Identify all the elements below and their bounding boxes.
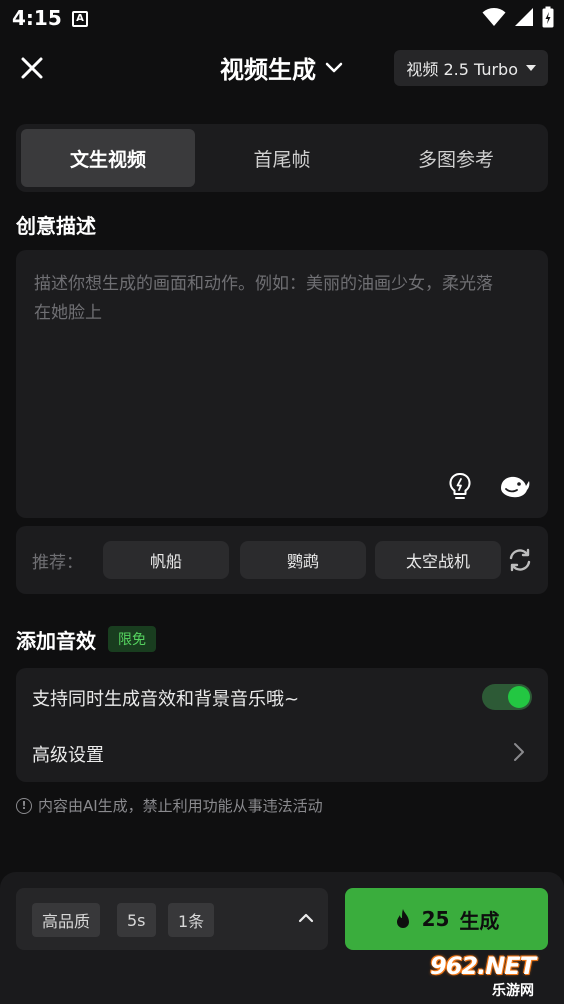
model-select-label: 视频 2.5 Turbo [406,60,518,79]
status-time: 4:15 [12,6,62,30]
description-box [16,250,548,518]
refresh-recommendations-button[interactable] [506,546,534,574]
ai-notice: ! 内容由AI生成，禁止利用功能从事违法活动 [16,795,323,816]
chevron-right-icon [510,740,528,764]
wifi-icon [482,8,506,26]
watermark-logo: 962.NET 乐游网 [424,950,560,1000]
duration-option[interactable]: 5s [117,903,156,937]
audio-settings-card: 支持同时生成音效和背景音乐哦~ 高级设置 [16,668,548,782]
quality-option[interactable]: 高品质 [32,903,101,937]
tab-multi-image-ref[interactable]: 多图参考 [369,129,543,187]
generate-label: 生成 [459,908,500,933]
recommendation-bar: 推荐： 帆船 鹦鹉 太空战机 [16,526,548,594]
deepseek-button[interactable] [498,470,532,502]
page-title: 视频生成 [220,56,316,84]
ai-notice-text: 内容由AI生成，禁止利用功能从事违法活动 [38,797,323,815]
description-input[interactable] [34,270,508,450]
close-button[interactable] [18,54,46,82]
generate-cost: 25 [421,907,450,931]
signal-icon [515,8,533,26]
generation-options[interactable]: 高品质 5s 1条 [16,888,328,950]
close-icon [21,57,43,79]
audio-toggle[interactable] [482,684,532,710]
inspiration-button[interactable] [444,470,476,502]
battery-icon [542,6,554,28]
model-select[interactable]: 视频 2.5 Turbo [394,50,548,86]
chevron-up-icon[interactable] [296,908,316,928]
toggle-knob [508,686,530,708]
mode-tabs: 文生视频 首尾帧 多图参考 [16,124,548,192]
lightbulb-icon [449,473,471,499]
title-dropdown[interactable]: 视频生成 [220,50,344,85]
whale-icon [501,476,530,498]
recommendation-chip[interactable]: 帆船 [103,541,229,579]
description-label: 创意描述 [16,214,96,238]
count-option[interactable]: 1条 [168,903,215,937]
caret-down-icon [526,65,536,71]
watermark-main-text: 962.NET [430,952,536,980]
watermark-sub-text: 乐游网 [492,983,534,999]
free-badge: 限免 [108,626,156,652]
notification-icon: A [72,11,88,27]
generate-button[interactable]: 25 生成 [345,888,548,950]
audio-section-title: 添加音效 [16,629,96,653]
recommendation-label: 推荐： [32,553,83,573]
refresh-icon [509,548,531,572]
audio-toggle-label: 支持同时生成音效和背景音乐哦~ [32,689,300,710]
chevron-down-icon [325,62,343,72]
advanced-settings-row[interactable]: 高级设置 [32,741,104,767]
info-icon: ! [16,797,32,814]
tab-text-to-video[interactable]: 文生视频 [21,129,195,187]
tab-first-last-frame[interactable]: 首尾帧 [195,129,369,187]
flame-icon [396,909,409,928]
status-icons [482,6,554,28]
recommendation-chip[interactable]: 太空战机 [375,541,501,579]
recommendation-chip[interactable]: 鹦鹉 [240,541,366,579]
